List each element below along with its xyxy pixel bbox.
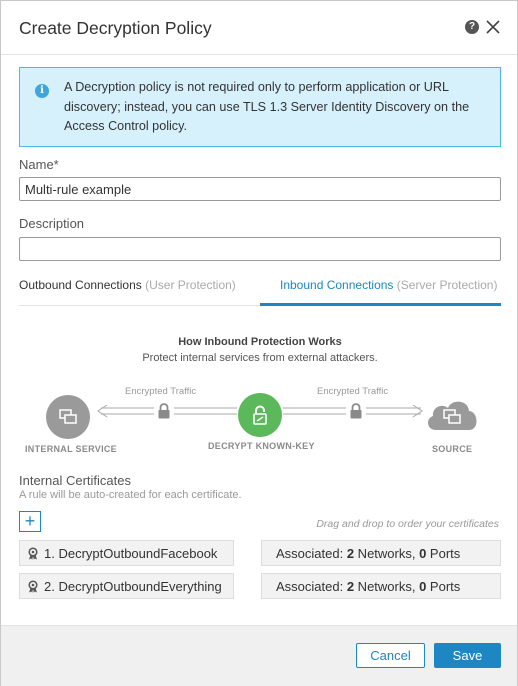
plus-icon: + <box>24 511 36 531</box>
encrypted-traffic-right-label: Encrypted Traffic <box>317 386 389 397</box>
certificate-associations[interactable]: Associated: 2 Networks, 0 Ports <box>261 540 501 566</box>
drag-hint: Drag and drop to order your certificates <box>316 518 499 530</box>
dialog-title: Create Decryption Policy <box>19 18 212 38</box>
tab-outbound-label: Outbound Connections <box>19 278 142 292</box>
decrypt-known-key-node <box>238 393 282 437</box>
networks-count: 2 <box>346 546 355 561</box>
info-banner: i A Decryption policy is not required on… <box>19 67 501 147</box>
dialog-header: Create Decryption Policy ? <box>1 1 517 55</box>
how-it-works-title: How Inbound Protection Works <box>178 336 342 348</box>
help-icon[interactable]: ? <box>465 20 479 34</box>
certificate-icon <box>28 580 38 593</box>
internal-service-node <box>46 395 90 439</box>
certificate-icon <box>28 547 38 560</box>
cloud-icon <box>427 401 477 430</box>
associated-prefix: Associated: <box>276 546 347 561</box>
certificate-name: 1. DecryptOutboundFacebook <box>44 546 218 561</box>
ports-label: Ports <box>426 546 461 561</box>
certificate-row[interactable]: 2. DecryptOutboundEverything <box>19 573 234 599</box>
create-decryption-policy-dialog: Create Decryption Policy ? i A Decryptio… <box>0 0 518 686</box>
tab-outbound-connections[interactable]: Outbound Connections (User Protection) <box>19 278 236 292</box>
close-icon[interactable] <box>485 19 501 35</box>
unlock-icon <box>253 405 267 425</box>
lock-icon <box>158 403 170 419</box>
name-input[interactable] <box>19 177 501 201</box>
tab-outbound-sublabel: (User Protection) <box>145 278 236 292</box>
internal-certificates-title: Internal Certificates <box>19 473 131 488</box>
save-button[interactable]: Save <box>434 643 501 668</box>
certificate-row[interactable]: 1. DecryptOutboundFacebook <box>19 540 234 566</box>
how-it-works-subtitle: Protect internal services from external … <box>142 352 378 364</box>
lock-icon <box>350 403 362 419</box>
encrypted-traffic-left-label: Encrypted Traffic <box>125 386 197 397</box>
tab-inbound-label: Inbound Connections <box>280 278 394 292</box>
certificate-name: 2. DecryptOutboundEverything <box>44 579 222 594</box>
description-label: Description <box>19 216 85 231</box>
ports-label: Ports <box>426 579 461 594</box>
description-input[interactable] <box>19 237 501 261</box>
internal-service-label: INTERNAL SERVICE <box>25 444 117 454</box>
source-label: SOURCE <box>432 444 473 454</box>
networks-label: Networks, <box>354 579 420 594</box>
name-label: Name* <box>19 157 59 172</box>
info-icon: i <box>35 84 49 98</box>
decrypt-known-key-label: DECRYPT KNOWN-KEY <box>208 441 315 451</box>
server-icon <box>59 409 77 424</box>
add-certificate-button[interactable]: + <box>19 511 41 532</box>
tab-inbound-sublabel: (Server Protection) <box>396 278 498 292</box>
active-tab-indicator <box>260 303 501 306</box>
certificate-associations[interactable]: Associated: 2 Networks, 0 Ports <box>261 573 501 599</box>
info-text: A Decryption policy is not required only… <box>64 80 470 133</box>
cancel-button[interactable]: Cancel <box>356 643 425 668</box>
networks-label: Networks, <box>354 546 420 561</box>
internal-certificates-subtitle: A rule will be auto-created for each cer… <box>19 489 242 501</box>
associated-prefix: Associated: <box>276 579 347 594</box>
tab-inbound-connections[interactable]: Inbound Connections (Server Protection) <box>280 278 497 292</box>
networks-count: 2 <box>346 579 355 594</box>
